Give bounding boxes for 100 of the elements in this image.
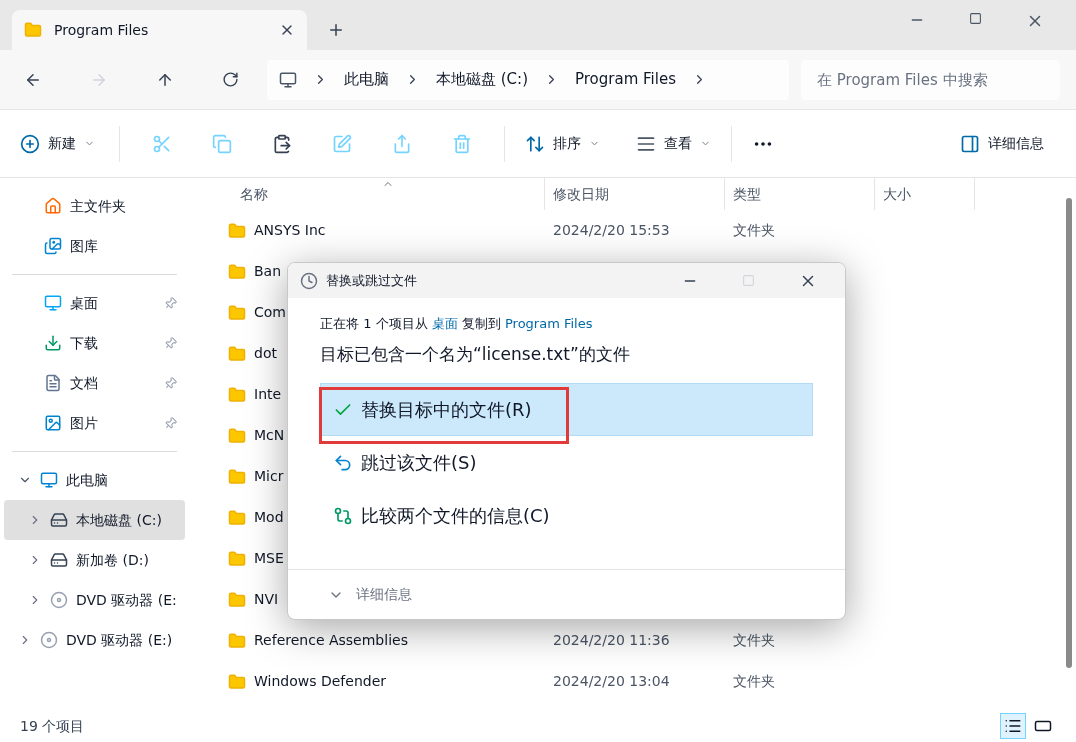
target-link[interactable]: Program Files xyxy=(504,316,593,331)
details-view-button[interactable] xyxy=(1000,713,1026,739)
folder-icon xyxy=(228,590,246,609)
document-icon xyxy=(44,374,62,392)
details-toggle[interactable]: 详细信息 xyxy=(328,584,412,605)
breadcrumb[interactable]: 此电脑 xyxy=(344,68,389,91)
folder-icon xyxy=(228,508,246,527)
sidebar-item[interactable]: 本地磁盘 (C:) xyxy=(4,500,185,540)
breadcrumb[interactable]: Program Files xyxy=(575,68,676,91)
trash-icon xyxy=(452,133,472,154)
dialog-title: 替换或跳过文件 xyxy=(326,271,417,290)
sidebar-item[interactable]: DVD 驱动器 (E: xyxy=(4,580,185,620)
sidebar-label: 主文件夹 xyxy=(70,196,126,216)
clipboard-icon xyxy=(272,133,292,154)
source-link[interactable]: 桌面 xyxy=(431,316,458,331)
new-tab-icon[interactable] xyxy=(327,21,345,39)
date-cell-text: 2024/2/20 13:04 xyxy=(552,672,671,691)
file-name[interactable]: ANSYS Inc xyxy=(254,220,326,241)
sidebar-item[interactable]: 主文件夹 xyxy=(4,186,185,226)
drive-icon xyxy=(50,511,68,529)
folder-icon xyxy=(228,385,246,404)
folder-icon xyxy=(228,672,246,691)
type-cell-text: 文件夹 xyxy=(732,672,776,691)
sidebar-item[interactable]: 文档 xyxy=(4,363,185,403)
file-name[interactable]: dot xyxy=(254,343,277,364)
file-name[interactable]: Ban xyxy=(254,261,282,282)
folder-icon xyxy=(228,262,246,281)
type-cell-text: 文件夹 xyxy=(732,221,776,240)
folder-icon xyxy=(228,221,246,240)
file-name[interactable]: Com xyxy=(254,302,286,323)
clock-icon xyxy=(300,271,318,290)
file-name[interactable]: MSE xyxy=(254,548,284,569)
type-cell-text: 文件夹 xyxy=(732,631,776,650)
new-button[interactable]: 新建 xyxy=(20,133,107,154)
option-button[interactable]: 跳过该文件(S) xyxy=(320,436,813,489)
file-name[interactable]: Mod xyxy=(254,507,284,528)
file-name[interactable]: McN xyxy=(254,425,285,446)
compare-icon xyxy=(333,505,353,526)
file-name[interactable]: Windows Defender xyxy=(254,671,386,692)
sidebar-item[interactable]: 图库 xyxy=(4,226,185,266)
column-header[interactable]: 大小 xyxy=(875,178,975,210)
option-button[interactable]: 替换目标中的文件(R) xyxy=(320,383,813,436)
file-name[interactable]: Inte xyxy=(254,384,282,405)
scrollbar[interactable] xyxy=(1066,198,1072,668)
sidebar-item[interactable]: DVD 驱动器 (E:) xyxy=(4,620,185,660)
sidebar-label: 此电脑 xyxy=(66,470,108,490)
details-button[interactable]: 详细信息 xyxy=(960,133,1056,154)
desktop-icon xyxy=(44,294,62,312)
folder-icon xyxy=(228,303,246,322)
download-icon xyxy=(44,334,62,352)
home-icon xyxy=(44,197,62,215)
file-name[interactable]: NVI xyxy=(254,589,279,610)
computer-icon xyxy=(279,70,297,89)
disc-icon xyxy=(40,631,58,649)
file-name[interactable]: Reference Assemblies xyxy=(254,630,408,651)
column-header[interactable]: 名称 xyxy=(200,178,545,210)
tab-title: Program Files xyxy=(54,20,149,40)
sidebar-label: DVD 驱动器 (E: xyxy=(76,590,177,610)
file-name[interactable]: Micr xyxy=(254,466,284,487)
dialog-heading: 目标已包含一个名为“license.txt”的文件 xyxy=(320,342,631,366)
drive-icon xyxy=(50,551,68,569)
search-field[interactable]: 在 Program Files 中搜索 xyxy=(801,59,1060,100)
copy-message: 正在将 1 个项目从 桌面 复制到 Program Files xyxy=(320,315,594,333)
folder-icon xyxy=(228,426,246,445)
folder-icon xyxy=(228,344,246,363)
share-icon xyxy=(392,133,412,154)
sidebar-label: DVD 驱动器 (E:) xyxy=(66,630,173,650)
folder-icon xyxy=(228,631,246,650)
sidebar-label: 桌面 xyxy=(70,293,98,313)
refresh-icon[interactable] xyxy=(222,71,239,88)
date-cell-text: 2024/2/20 15:53 xyxy=(552,221,671,240)
breadcrumb[interactable]: 本地磁盘 (C:) xyxy=(436,68,528,91)
plus-icon xyxy=(20,133,40,154)
browser-tab[interactable]: Program Files xyxy=(12,10,307,50)
sidebar-label: 文档 xyxy=(70,373,98,393)
view-button[interactable]: 查看 xyxy=(628,133,719,154)
rename-icon xyxy=(332,133,352,154)
sidebar-label: 下载 xyxy=(70,333,98,353)
item-count: 19 个项目 xyxy=(20,716,85,736)
sidebar-item[interactable]: 新加卷 (D:) xyxy=(4,540,185,580)
sort-button[interactable]: 排序 xyxy=(517,133,608,154)
column-header[interactable]: 类型 xyxy=(725,178,875,210)
list-icon xyxy=(1004,717,1022,735)
sidebar-item[interactable]: 图片 xyxy=(4,403,185,443)
option-button[interactable]: 比较两个文件的信息(C) xyxy=(320,489,813,542)
disc-icon xyxy=(50,591,68,609)
undo-icon xyxy=(333,452,353,473)
maximize-icon[interactable] xyxy=(969,12,982,25)
panel-icon xyxy=(960,133,980,154)
gallery-icon xyxy=(44,237,62,255)
sidebar-item[interactable]: 桌面 xyxy=(4,283,185,323)
folder-icon xyxy=(24,21,42,39)
folder-icon xyxy=(228,549,246,568)
picture-icon xyxy=(44,414,62,432)
address-field[interactable]: 此电脑 本地磁盘 (C:) Program Files xyxy=(267,59,789,100)
sidebar-item[interactable]: 下载 xyxy=(4,323,185,363)
sidebar-label: 图片 xyxy=(70,413,98,433)
sidebar-item[interactable]: 此电脑 xyxy=(4,460,185,500)
column-header[interactable]: 修改日期 xyxy=(545,178,725,210)
copy-icon xyxy=(212,133,232,154)
